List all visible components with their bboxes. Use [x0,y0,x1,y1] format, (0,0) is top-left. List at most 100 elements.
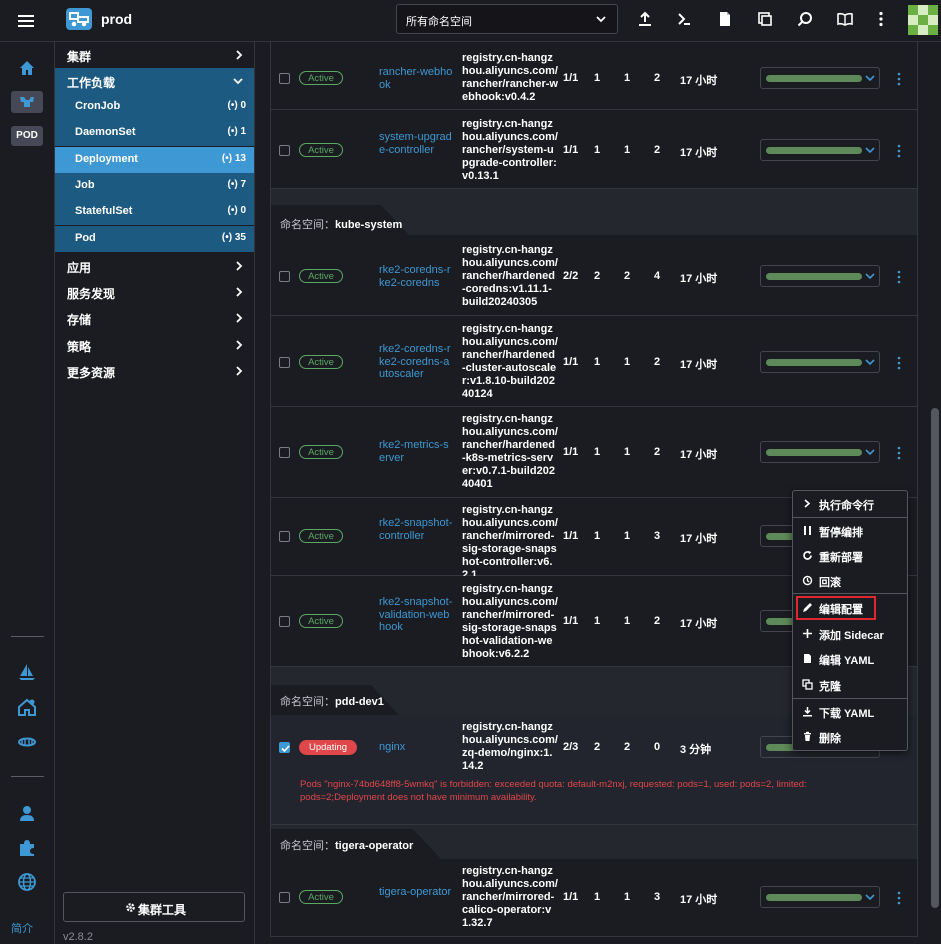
deployment-name-link[interactable]: rke2-snapshot-controller [379,517,453,542]
scale-control[interactable] [760,441,880,463]
trash-icon [802,731,813,742]
home-icon[interactable] [17,58,37,78]
copy-config-icon[interactable] [756,10,774,28]
book-icon[interactable] [836,10,854,28]
row-actions-kebab-icon[interactable] [896,446,902,460]
deployment-name-link[interactable]: rke2-snapshot-validation-webhook [379,596,453,634]
more-vertical-icon[interactable] [872,10,890,28]
nav-group-policy[interactable]: 策略 [55,332,254,358]
available-cell: 2 [624,270,631,282]
kubectl-shell-icon[interactable] [675,10,693,28]
row-checkbox[interactable] [279,73,290,84]
deployment-name-link[interactable]: rke2-metrics-server [379,439,453,464]
deployment-name-link[interactable]: nginx [379,741,453,754]
menu-item-edit-config[interactable]: 编辑配置 [796,596,876,620]
table-row[interactable]: Active tigera-operator registry.cn-hangz… [271,859,917,937]
scrollbar-thumb[interactable] [931,408,939,908]
nav-group-more-resources[interactable]: 更多资源 [55,358,254,384]
user-icon[interactable] [17,804,37,824]
row-actions-kebab-icon[interactable] [896,891,902,905]
nav-item-job[interactable]: Job (•) 7 [55,173,254,199]
row-actions-kebab-icon[interactable] [896,144,902,158]
download-icon [802,706,813,717]
about-link[interactable]: 简介 [11,920,33,936]
vertical-scrollbar[interactable] [929,42,941,944]
deployment-name-link[interactable]: rancher-webhook [379,66,453,91]
scale-control[interactable] [760,67,880,89]
nav-item-deployment[interactable]: Deployment (•) 13 [55,147,254,173]
kubeconfig-file-icon[interactable] [716,10,734,28]
scale-control[interactable] [760,265,880,287]
cluster-name: prod [101,11,133,27]
nav-item-label: CronJob [75,100,121,112]
nav-group-service-discovery[interactable]: 服务发现 [55,279,254,305]
scale-control[interactable] [760,886,880,908]
row-actions-kebab-icon[interactable] [896,356,902,370]
deployment-name-link[interactable]: system-upgrade-controller [379,131,453,156]
up-to-date-cell: 1 [594,530,601,542]
menu-item-download-yaml[interactable]: 下载 YAML [793,700,907,724]
row-checkbox[interactable] [279,357,290,368]
menu-item-add-sidecar[interactable]: 添加 Sidecar [793,622,907,646]
puzzle-extensions-icon[interactable] [17,838,37,858]
row-checkbox[interactable] [279,742,290,753]
menu-item-clone[interactable]: 克隆 [793,673,907,697]
row-checkbox[interactable] [279,531,290,542]
nav-group-cluster[interactable]: 集群 [55,42,254,68]
nav-item-cronjob[interactable]: CronJob (•) 0 [55,94,254,120]
row-actions-kebab-icon[interactable] [896,72,902,86]
nav-group-label: 服务发现 [67,287,116,301]
user-avatar[interactable] [908,5,938,35]
menu-item-redeploy[interactable]: 重新部署 [793,544,907,568]
fleet-house-icon[interactable] [17,697,37,717]
table-row[interactable]: Active rke2-coredns-rke2-coredns registr… [271,235,917,316]
namespace-group-header: 命名空间：tigera-operator [271,825,917,859]
table-row[interactable]: Active system-upgrade-controller registr… [271,110,917,189]
menu-item-exec-shell[interactable]: 执行命令行 [793,492,907,516]
deployment-name-link[interactable]: rke2-coredns-rke2-coredns-autoscaler [379,343,453,381]
nav-group-storage[interactable]: 存储 [55,305,254,331]
nav-item-statefulset[interactable]: StatefulSet (•) 0 [55,199,254,225]
nav-item-count: (•) 0 [227,100,246,111]
menu-item-rollback[interactable]: 回滚 [793,569,907,593]
status-badge: Updating [299,740,357,755]
menu-icon[interactable] [16,11,36,31]
row-checkbox[interactable] [279,447,290,458]
table-row[interactable]: Active rke2-coredns-rke2-coredns-autosca… [271,316,917,407]
scale-control[interactable] [760,139,880,161]
nav-item-daemonset[interactable]: DaemonSet (•) 1 [55,120,254,146]
table-row[interactable]: Active rancher-webhook registry.cn-hangz… [271,42,917,110]
menu-item-pause[interactable]: 暂停编排 [793,519,907,543]
row-checkbox[interactable] [279,145,290,156]
cluster-tools-button[interactable]: 集群工具 [63,892,245,922]
nav-group-workload[interactable]: 工作负载 [55,68,254,94]
cluster-pod-badge[interactable]: POD [11,126,43,146]
row-actions-kebab-icon[interactable] [896,270,902,284]
scale-control[interactable] [760,351,880,373]
resource-count-icon: (•) [227,126,241,137]
menu-item-label: 重新部署 [819,552,863,564]
file-icon [802,653,813,664]
cluster-mgmt-icon[interactable] [17,732,37,752]
deployment-name-link[interactable]: rke2-coredns-rke2-coredns [379,264,453,289]
namespace-select[interactable]: 所有命名空间 [396,4,618,34]
ready-cell: 1/1 [563,72,579,84]
menu-item-label: 执行命令行 [819,500,874,512]
image-cell: registry.cn-hangzhou.aliyuncs.com/zq-dem… [462,721,558,772]
menu-item-label: 编辑 YAML [819,655,875,667]
nav-group-apps[interactable]: 应用 [55,253,254,279]
row-checkbox[interactable] [279,271,290,282]
upload-icon[interactable] [636,10,654,28]
row-checkbox[interactable] [279,892,290,903]
scale-bar [766,894,862,901]
table-row[interactable]: Active rke2-metrics-server registry.cn-h… [271,407,917,498]
deployment-name-link[interactable]: tigera-operator [379,886,453,899]
sailboat-icon[interactable] [17,662,37,682]
nav-item-pod[interactable]: Pod (•) 35 [55,226,254,252]
menu-item-delete[interactable]: 删除 [793,725,907,749]
row-checkbox[interactable] [279,616,290,627]
search-icon[interactable] [796,10,814,28]
globe-icon[interactable] [17,872,37,892]
cluster-rancher-icon[interactable] [11,91,43,113]
menu-item-edit-yaml[interactable]: 编辑 YAML [793,647,907,671]
